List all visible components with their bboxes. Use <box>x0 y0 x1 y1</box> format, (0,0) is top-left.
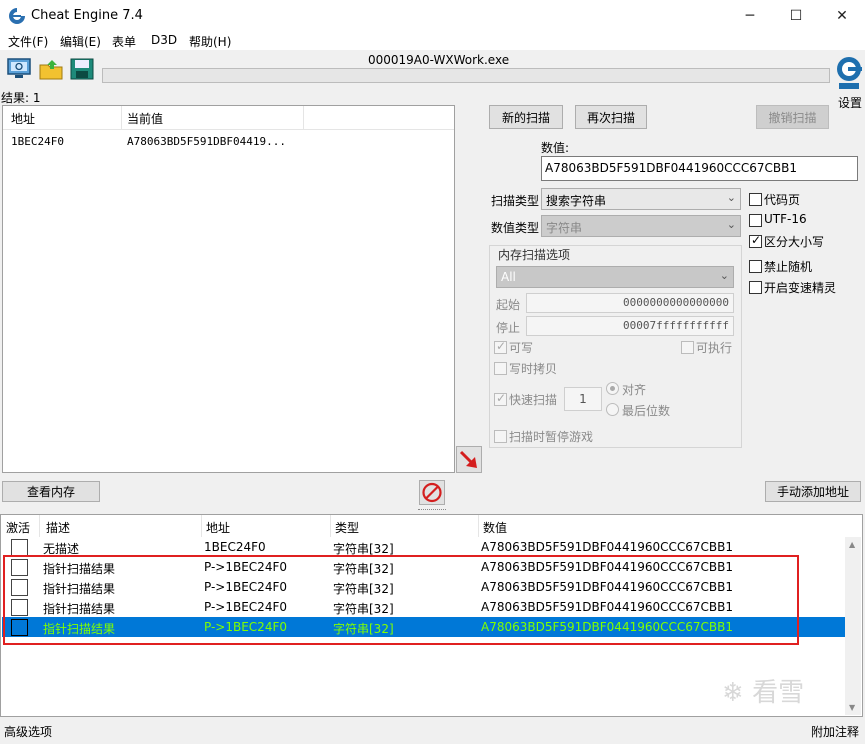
copy-on-write-checkbox[interactable] <box>494 362 507 375</box>
row-address[interactable]: 1BEC24F0 <box>204 540 266 554</box>
writable-label: 可写 <box>509 341 534 355</box>
menu-table[interactable]: 表单 <box>112 33 136 50</box>
value-type-select[interactable]: 字符串 ⌄ <box>541 215 741 237</box>
utf16-label: UTF-16 <box>764 212 807 226</box>
select-process-button[interactable] <box>5 56 33 82</box>
executable-label: 可执行 <box>696 341 733 355</box>
menu-d3d[interactable]: D3D <box>151 33 177 47</box>
watermark-logo: ❄ 看雪 <box>722 678 805 708</box>
cheat-engine-logo-icon[interactable] <box>835 55 863 91</box>
table-scrollbar[interactable]: ▲ ▼ <box>845 537 861 715</box>
found-count-label: 结果: 1 <box>1 91 41 105</box>
chevron-down-icon: ⌄ <box>719 269 729 282</box>
results-header: 地址 当前值 <box>3 106 454 130</box>
codepage-label: 代码页 <box>764 193 801 207</box>
pause-game-label: 扫描时暂停游戏 <box>509 430 594 444</box>
save-button[interactable] <box>68 56 96 82</box>
process-name-label: 000019A0-WXWork.exe <box>368 53 510 67</box>
table-row[interactable]: 无描述 1BEC24F0 字符串[32] A78063BD5F591DBF044… <box>2 537 845 557</box>
advanced-options-button[interactable]: 高级选项 <box>4 723 52 740</box>
scan-progress-bar <box>102 68 830 83</box>
open-file-button[interactable] <box>37 56 65 82</box>
col-address[interactable]: 地址 <box>206 519 230 536</box>
scan-type-value: 搜索字符串 <box>546 194 607 208</box>
menu-file[interactable]: 文件(F) <box>8 33 48 50</box>
clear-list-button[interactable] <box>419 480 445 505</box>
view-memory-button[interactable]: 查看内存 <box>2 481 100 502</box>
last-digits-label: 最后位数 <box>622 404 671 418</box>
result-address[interactable]: 1BEC24F0 <box>11 135 64 148</box>
chevron-down-icon: ⌄ <box>726 191 736 204</box>
memory-scan-options-title: 内存扫描选项 <box>495 246 574 263</box>
no-entry-icon <box>422 482 442 503</box>
last-digits-radio[interactable] <box>606 403 619 416</box>
add-to-list-button[interactable] <box>456 446 482 473</box>
new-scan-button[interactable]: 新的扫描 <box>489 105 563 129</box>
value-type-value: 字符串 <box>546 221 583 235</box>
scan-type-select[interactable]: 搜索字符串 ⌄ <box>541 188 741 210</box>
case-sensitive-label: 区分大小写 <box>764 235 825 249</box>
memory-region-select[interactable]: All ⌄ <box>496 266 734 288</box>
folder-icon <box>39 60 63 80</box>
fast-scan-checkbox[interactable] <box>494 391 507 406</box>
col-description[interactable]: 描述 <box>46 519 70 536</box>
scan-type-label: 扫描类型 <box>491 194 540 208</box>
col-value[interactable]: 数值 <box>483 519 507 536</box>
case-sensitive-checkbox[interactable] <box>749 233 762 248</box>
table-extras-button[interactable]: 附加注释 <box>811 723 859 740</box>
results-col-value[interactable]: 当前值 <box>127 110 163 127</box>
start-address-input[interactable]: 0000000000000000 <box>526 293 734 313</box>
align-label: 对齐 <box>622 383 647 397</box>
executable-checkbox[interactable] <box>681 341 694 354</box>
cheat-engine-icon <box>9 8 25 24</box>
active-checkbox[interactable] <box>11 539 28 556</box>
arrow-down-right-icon <box>459 450 477 468</box>
value-type-label: 数值类型 <box>491 221 540 235</box>
menu-edit[interactable]: 编辑(E) <box>60 33 101 50</box>
window-title: Cheat Engine 7.4 <box>31 8 143 23</box>
stop-label: 停止 <box>496 321 521 335</box>
maximize-button[interactable]: ☐ <box>773 0 819 32</box>
align-radio[interactable] <box>606 382 619 395</box>
fast-scan-label: 快速扫描 <box>509 393 558 407</box>
col-active[interactable]: 激活 <box>6 519 30 536</box>
close-button[interactable]: ✕ <box>819 0 865 32</box>
no-random-label: 禁止随机 <box>764 260 813 274</box>
pause-game-checkbox[interactable] <box>494 430 507 443</box>
copy-on-write-label: 写时拷贝 <box>509 362 558 376</box>
value-label: 数值: <box>541 141 570 155</box>
writable-checkbox[interactable] <box>494 339 507 354</box>
undo-scan-button[interactable]: 撤销扫描 <box>756 105 829 129</box>
fast-scan-alignment-input[interactable]: 1 <box>564 387 602 411</box>
next-scan-button[interactable]: 再次扫描 <box>575 105 647 129</box>
memory-region-value: All <box>501 270 516 284</box>
computer-icon <box>7 58 31 78</box>
row-value[interactable]: A78063BD5F591DBF0441960CCC67CBB1 <box>481 540 733 554</box>
scan-value-input[interactable]: A78063BD5F591DBF0441960CCC67CBB1 <box>541 156 858 181</box>
codepage-checkbox[interactable] <box>749 193 762 206</box>
result-value[interactable]: A78063BD5F591DBF04419... <box>127 135 286 148</box>
start-label: 起始 <box>496 298 521 312</box>
no-random-checkbox[interactable] <box>749 260 762 273</box>
scan-results-list[interactable]: 地址 当前值 1BEC24F0 A78063BD5F591DBF04419... <box>2 105 455 473</box>
add-address-manually-button[interactable]: 手动添加地址 <box>765 481 861 502</box>
results-col-address[interactable]: 地址 <box>11 110 35 127</box>
splitter-handle[interactable] <box>0 507 865 513</box>
speedhack-checkbox[interactable] <box>749 281 762 294</box>
col-type[interactable]: 类型 <box>335 519 359 536</box>
highlight-annotation-box <box>3 555 799 645</box>
stop-address-input[interactable]: 00007fffffffffff <box>526 316 734 336</box>
watermark-text: 看雪 <box>752 678 805 708</box>
menu-help[interactable]: 帮助(H) <box>189 33 231 50</box>
status-bar <box>0 718 865 744</box>
utf16-checkbox[interactable] <box>749 214 762 227</box>
settings-label[interactable]: 设置 <box>838 94 862 111</box>
speedhack-label: 开启变速精灵 <box>764 281 837 295</box>
chevron-down-icon: ⌄ <box>726 218 736 231</box>
floppy-icon <box>70 58 94 80</box>
minimize-button[interactable]: ─ <box>727 0 773 32</box>
